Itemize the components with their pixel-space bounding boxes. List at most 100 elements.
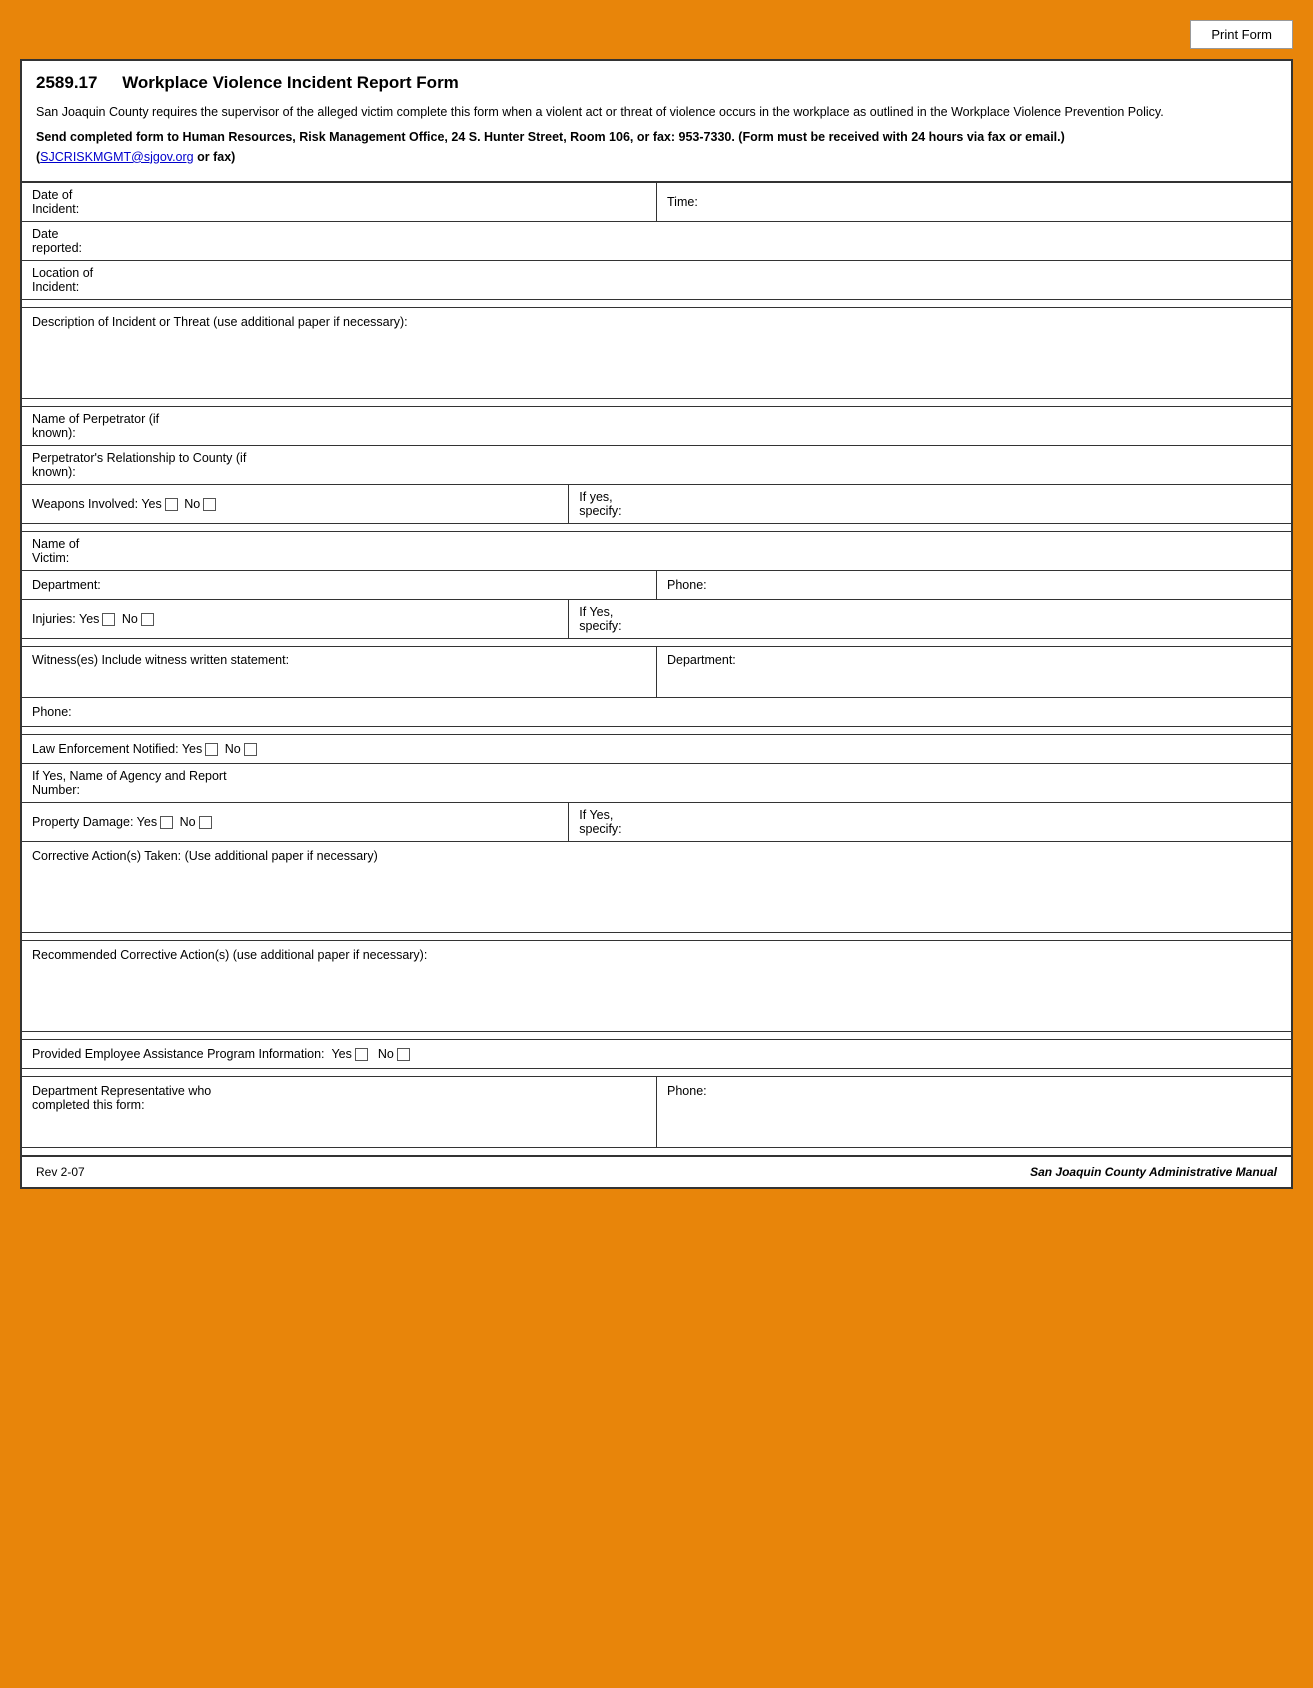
law-enforcement-label: Law Enforcement Notified: Yes <box>32 742 202 756</box>
injuries-no-checkbox[interactable] <box>141 613 154 626</box>
dept-input[interactable] <box>101 578 646 592</box>
perpetrator-rel-row: Perpetrator's Relationship to County (if… <box>22 446 1291 485</box>
eap-no-checkbox[interactable] <box>397 1048 410 1061</box>
witness-cell: Witness(es) Include witness written stat… <box>22 647 657 697</box>
spacer-5 <box>22 727 1291 735</box>
form-body: Date of Incident: Time: Date reported: <box>22 182 1291 1187</box>
perpetrator-rel-cell: Perpetrator's Relationship to County (if… <box>22 446 1291 484</box>
phone-input[interactable] <box>707 578 1281 592</box>
witness-dept-label: Department: <box>667 653 736 667</box>
eap-yes-label: Yes <box>331 1047 351 1061</box>
date-incident-input[interactable] <box>111 195 646 209</box>
phone-label: Phone: <box>667 578 707 592</box>
property-damage-label: Property Damage: Yes <box>32 815 157 829</box>
form-title: 2589.17 Workplace Violence Incident Repo… <box>36 73 1277 93</box>
agency-cell: If Yes, Name of Agency and Report Number… <box>22 764 1291 802</box>
witness-label: Witness(es) Include witness written stat… <box>32 653 289 667</box>
time-label: Time: <box>667 195 698 209</box>
dept-rep-label: Department Representative who completed … <box>32 1084 231 1112</box>
agency-input[interactable] <box>238 776 1281 790</box>
spacer-9 <box>22 1148 1291 1156</box>
date-reported-label: Date reported: <box>32 227 107 255</box>
weapons-row: Weapons Involved: Yes No If yes, specify… <box>22 485 1291 524</box>
spacer-2 <box>22 399 1291 407</box>
dept-rep-phone-input[interactable] <box>707 1084 1281 1098</box>
witness-phone-label: Phone: <box>32 705 72 719</box>
injuries-cell: Injuries: Yes No <box>22 600 569 638</box>
eap-no-label: No <box>378 1047 394 1061</box>
law-enforcement-cell: Law Enforcement Notified: Yes No <box>22 735 1291 763</box>
description-cell: Description of Incident or Threat (use a… <box>22 308 1291 398</box>
recommended-action-row: Recommended Corrective Action(s) (use ad… <box>22 941 1291 1032</box>
property-specify-label: If Yes, specify: <box>579 808 651 836</box>
date-incident-cell: Date of Incident: <box>22 183 657 221</box>
witness-row: Witness(es) Include witness written stat… <box>22 647 1291 698</box>
perpetrator-name-label: Name of Perpetrator (if known): <box>32 412 185 440</box>
spacer-7 <box>22 1032 1291 1040</box>
form-header: 2589.17 Workplace Violence Incident Repo… <box>22 61 1291 182</box>
victim-name-input[interactable] <box>114 544 1281 558</box>
manual-label: San Joaquin County Administrative Manual <box>1030 1165 1277 1179</box>
email-link[interactable]: SJCRISKMGMT@sjgov.org <box>40 150 193 164</box>
property-specify-cell: If Yes, specify: <box>569 803 1291 841</box>
location-input[interactable] <box>135 273 1281 287</box>
witness-phone-input[interactable] <box>72 705 1281 719</box>
injuries-specify-cell: If Yes, specify: <box>569 600 1291 638</box>
weapons-no-label: No <box>184 497 200 511</box>
corrective-action-label: Corrective Action(s) Taken: (Use additio… <box>32 849 378 863</box>
time-input[interactable] <box>698 195 1281 209</box>
law-enforcement-no-checkbox[interactable] <box>244 743 257 756</box>
form-number: 2589.17 <box>36 73 97 92</box>
eap-cell: Provided Employee Assistance Program Inf… <box>22 1040 1291 1068</box>
date-reported-row: Date reported: <box>22 222 1291 261</box>
intro-text-1: San Joaquin County requires the supervis… <box>36 105 1164 119</box>
perpetrator-rel-label: Perpetrator's Relationship to County (if… <box>32 451 248 479</box>
location-label: Location of Incident: <box>32 266 135 294</box>
intro-paragraph2: Send completed form to Human Resources, … <box>36 128 1277 167</box>
law-enforcement-yes-checkbox[interactable] <box>205 743 218 756</box>
eap-yes-checkbox[interactable] <box>355 1048 368 1061</box>
weapons-specify-label: If yes, specify: <box>579 490 650 518</box>
victim-name-row: Name of Victim: <box>22 532 1291 571</box>
time-cell: Time: <box>657 183 1291 221</box>
weapons-specify-input[interactable] <box>650 497 1281 511</box>
property-no-checkbox[interactable] <box>199 816 212 829</box>
witness-dept-input[interactable] <box>736 653 1281 667</box>
perpetrator-rel-input[interactable] <box>248 458 1281 472</box>
law-enforcement-no-label: No <box>225 742 241 756</box>
eap-label: Provided Employee Assistance Program Inf… <box>32 1047 325 1061</box>
property-damage-cell: Property Damage: Yes No <box>22 803 569 841</box>
dept-rep-cell: Department Representative who completed … <box>22 1077 657 1147</box>
law-enforcement-row: Law Enforcement Notified: Yes No <box>22 735 1291 764</box>
date-time-row: Date of Incident: Time: <box>22 183 1291 222</box>
recommended-action-cell: Recommended Corrective Action(s) (use ad… <box>22 941 1291 1031</box>
description-row: Description of Incident or Threat (use a… <box>22 308 1291 399</box>
weapons-no-checkbox[interactable] <box>203 498 216 511</box>
date-reported-cell: Date reported: <box>22 222 1291 260</box>
property-specify-input[interactable] <box>651 815 1281 829</box>
injuries-yes-checkbox[interactable] <box>102 613 115 626</box>
injuries-label: Injuries: Yes <box>32 612 99 626</box>
revision-label: Rev 2-07 <box>36 1165 85 1179</box>
injuries-specify-label: If Yes, specify: <box>579 605 651 633</box>
dept-rep-row: Department Representative who completed … <box>22 1077 1291 1148</box>
date-reported-input[interactable] <box>107 234 1281 248</box>
perpetrator-name-input[interactable] <box>185 419 1281 433</box>
print-form-button[interactable]: Print Form <box>1190 20 1293 49</box>
spacer-4 <box>22 639 1291 647</box>
property-damage-no-label: No <box>180 815 196 829</box>
dept-label: Department: <box>32 578 101 592</box>
form-container: 2589.17 Workplace Violence Incident Repo… <box>20 59 1293 1189</box>
spacer-3 <box>22 524 1291 532</box>
dept-rep-input[interactable] <box>231 1088 646 1102</box>
injuries-specify-input[interactable] <box>651 612 1281 626</box>
location-row: Location of Incident: <box>22 261 1291 300</box>
property-yes-checkbox[interactable] <box>160 816 173 829</box>
witness-phone-row: Phone: <box>22 698 1291 727</box>
eap-row: Provided Employee Assistance Program Inf… <box>22 1040 1291 1069</box>
location-cell: Location of Incident: <box>22 261 1291 299</box>
witness-dept-cell: Department: <box>657 647 1291 697</box>
spacer-8 <box>22 1069 1291 1077</box>
dept-rep-phone-cell: Phone: <box>657 1077 1291 1147</box>
weapons-yes-checkbox[interactable] <box>165 498 178 511</box>
